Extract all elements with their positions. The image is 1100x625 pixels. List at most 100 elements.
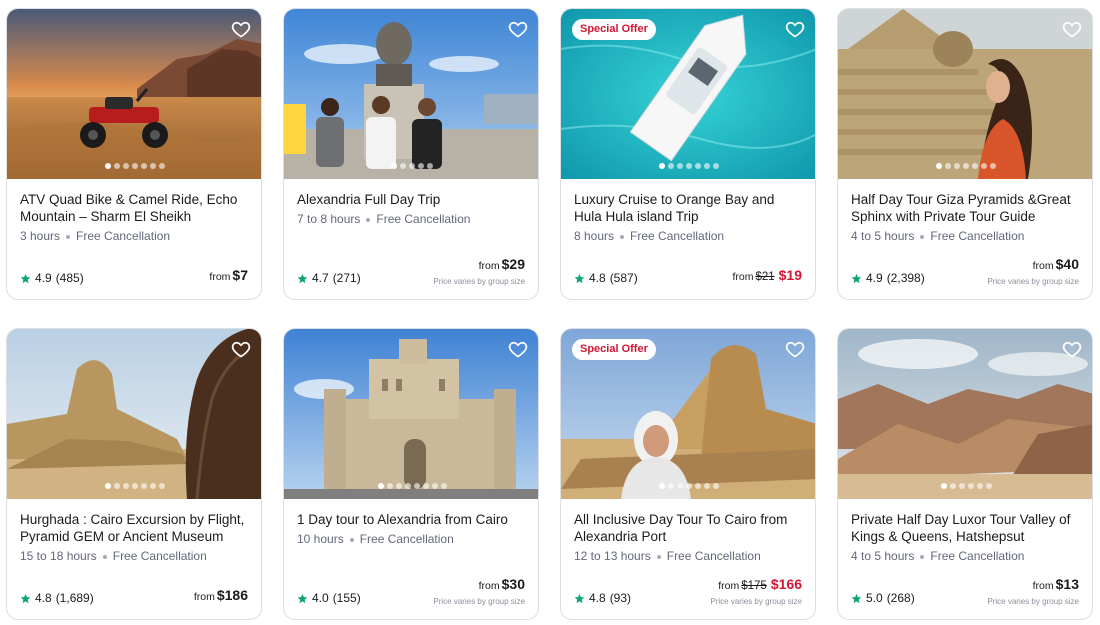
from-label: from xyxy=(478,260,500,272)
tour-title[interactable]: ATV Quad Bike & Camel Ride, Echo Mountai… xyxy=(20,191,248,225)
tour-rating: 5.0 (268) xyxy=(851,591,915,605)
tour-rating: 4.0 (155) xyxy=(297,591,361,605)
giza-pyramid-woman-photo[interactable] xyxy=(838,9,1092,179)
tour-meta: 15 to 18 hours Free Cancellation xyxy=(20,549,248,563)
yacht-sea-photo[interactable]: Special Offer xyxy=(561,9,815,179)
tour-meta: 4 to 5 hours Free Cancellation xyxy=(851,549,1079,563)
review-count: (485) xyxy=(55,271,84,285)
tour-price: from $13 Price varies by group size xyxy=(987,576,1079,606)
star-icon xyxy=(20,273,31,283)
tour-meta: 10 hours Free Cancellation xyxy=(297,532,525,546)
tour-cancellation: Free Cancellation xyxy=(112,549,207,563)
tour-card[interactable]: Special Offer Luxury Cruise to Orange Ba… xyxy=(560,8,816,300)
tour-meta: 3 hours Free Cancellation xyxy=(20,229,248,243)
rating-value: 4.9 xyxy=(866,271,883,285)
tour-cancellation: Free Cancellation xyxy=(76,229,171,243)
tour-card[interactable]: Private Half Day Luxor Tour Valley of Ki… xyxy=(837,328,1093,620)
review-count: (268) xyxy=(886,591,915,605)
tour-card[interactable]: 1 Day tour to Alexandria from Cairo 10 h… xyxy=(283,328,539,620)
tour-duration: 8 hours xyxy=(574,229,615,243)
heart-icon[interactable] xyxy=(231,19,251,39)
tour-title[interactable]: Hurghada : Cairo Excursion by Flight, Py… xyxy=(20,511,248,545)
tour-cancellation: Free Cancellation xyxy=(376,212,471,226)
tour-duration: 4 to 5 hours xyxy=(851,229,915,243)
tour-title[interactable]: All Inclusive Day Tour To Cairo from Ale… xyxy=(574,511,802,545)
valley-of-kings-photo[interactable] xyxy=(838,329,1092,499)
tour-cancellation: Free Cancellation xyxy=(930,549,1025,563)
alexandria-statue-photo[interactable] xyxy=(284,9,538,179)
tour-rating: 4.9 (485) xyxy=(20,271,84,285)
heart-icon[interactable] xyxy=(508,339,528,359)
price-varies-note: Price varies by group size xyxy=(433,277,525,286)
tour-rating: 4.8 (587) xyxy=(574,271,638,285)
original-price: $175 xyxy=(741,580,767,592)
tour-price: from $29 Price varies by group size xyxy=(433,256,525,286)
tour-duration: 12 to 13 hours xyxy=(574,549,651,563)
atv-quad-bike-photo[interactable] xyxy=(7,9,261,179)
price-amount: $186 xyxy=(216,587,248,603)
sale-price: $19 xyxy=(778,267,802,283)
rating-value: 4.9 xyxy=(35,271,52,285)
tour-duration: 3 hours xyxy=(20,229,61,243)
price-amount: $13 xyxy=(1055,576,1079,592)
price-varies-note: Price varies by group size xyxy=(433,597,525,606)
tour-card[interactable]: Half Day Tour Giza Pyramids &Great Sphin… xyxy=(837,8,1093,300)
original-price: $21 xyxy=(755,271,775,283)
sphinx-woman-photo[interactable]: Special Offer xyxy=(561,329,815,499)
tour-rating: 4.7 (271) xyxy=(297,271,361,285)
tour-duration: 4 to 5 hours xyxy=(851,549,915,563)
tour-price: from $40 Price varies by group size xyxy=(987,256,1079,286)
price-varies-note: Price varies by group size xyxy=(987,277,1079,286)
review-count: (93) xyxy=(609,591,632,605)
tour-duration: 7 to 8 hours xyxy=(297,212,361,226)
tour-duration: 15 to 18 hours xyxy=(20,549,97,563)
tour-cancellation: Free Cancellation xyxy=(666,549,761,563)
review-count: (155) xyxy=(332,591,361,605)
tour-duration: 10 hours xyxy=(297,532,344,546)
citadel-photo[interactable] xyxy=(284,329,538,499)
star-icon xyxy=(851,273,862,283)
tour-price: from $7 xyxy=(209,267,248,285)
from-label: from xyxy=(1032,580,1054,592)
tour-card[interactable]: Alexandria Full Day Trip 7 to 8 hours Fre… xyxy=(283,8,539,300)
heart-icon[interactable] xyxy=(1062,19,1082,39)
heart-icon[interactable] xyxy=(231,339,251,359)
from-label: from xyxy=(732,271,754,283)
tour-cancellation: Free Cancellation xyxy=(930,229,1025,243)
rating-value: 4.8 xyxy=(35,591,52,605)
from-label: from xyxy=(1032,260,1054,272)
tour-price: from $186 xyxy=(194,587,248,605)
tour-title[interactable]: 1 Day tour to Alexandria from Cairo xyxy=(297,511,525,528)
tour-card[interactable]: ATV Quad Bike & Camel Ride, Echo Mountai… xyxy=(6,8,262,300)
tour-price: from $21 $19 xyxy=(732,267,802,285)
rating-value: 4.0 xyxy=(312,591,329,605)
tour-card[interactable]: Special Offer All Inclusive Day Tour To … xyxy=(560,328,816,620)
tour-title[interactable]: Private Half Day Luxor Tour Valley of Ki… xyxy=(851,511,1079,545)
star-icon xyxy=(851,593,862,603)
rating-value: 4.8 xyxy=(589,591,606,605)
star-icon xyxy=(297,593,308,603)
tour-card[interactable]: Hurghada : Cairo Excursion by Flight, Py… xyxy=(6,328,262,620)
star-icon xyxy=(297,273,308,283)
tour-rating: 4.9 (2,398) xyxy=(851,271,925,285)
star-icon xyxy=(574,593,585,603)
tour-price: from $30 Price varies by group size xyxy=(433,576,525,606)
review-count: (587) xyxy=(609,271,638,285)
heart-icon[interactable] xyxy=(785,339,805,359)
heart-icon[interactable] xyxy=(1062,339,1082,359)
tour-meta: 7 to 8 hours Free Cancellation xyxy=(297,212,525,226)
from-label: from xyxy=(718,580,740,592)
heart-icon[interactable] xyxy=(785,19,805,39)
sphinx-hair-photo[interactable] xyxy=(7,329,261,499)
tour-title[interactable]: Luxury Cruise to Orange Bay and Hula Hul… xyxy=(574,191,802,225)
review-count: (1,689) xyxy=(55,591,94,605)
tour-rating: 4.8 (1,689) xyxy=(20,591,94,605)
heart-icon[interactable] xyxy=(508,19,528,39)
rating-value: 5.0 xyxy=(866,591,883,605)
rating-value: 4.7 xyxy=(312,271,329,285)
tour-title[interactable]: Half Day Tour Giza Pyramids &Great Sphin… xyxy=(851,191,1079,225)
tour-title[interactable]: Alexandria Full Day Trip xyxy=(297,191,525,208)
price-varies-note: Price varies by group size xyxy=(987,597,1079,606)
special-offer-badge: Special Offer xyxy=(572,19,656,40)
tour-rating: 4.8 (93) xyxy=(574,591,631,605)
